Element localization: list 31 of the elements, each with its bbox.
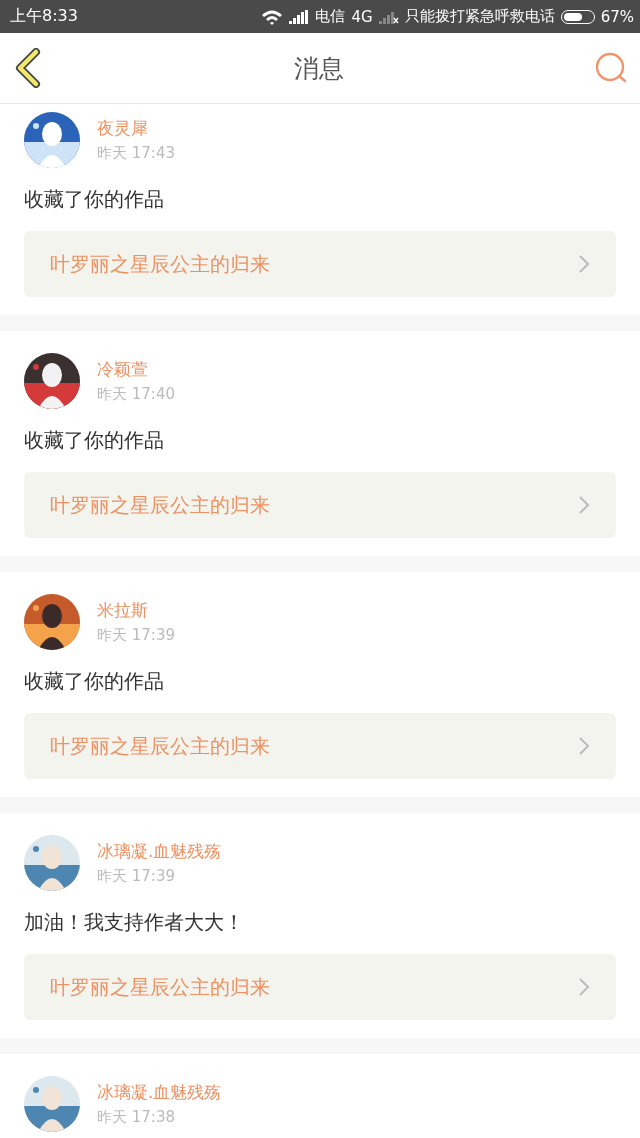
message-time: 昨天 17:43 <box>97 144 175 163</box>
message-time: 昨天 17:40 <box>97 385 175 404</box>
user-name[interactable]: 米拉斯 <box>97 599 175 622</box>
message-text: 收藏了你的作品 <box>24 668 165 695</box>
message-time: 昨天 17:38 <box>97 1108 176 1127</box>
user-name[interactable]: 冰璃凝.血魅残殇 <box>97 1081 222 1104</box>
work-link[interactable]: 叶罗丽之星辰公主的归来 <box>24 231 616 297</box>
wifi-icon <box>261 8 284 25</box>
network-label: 4G <box>351 7 373 26</box>
message-text: 收藏了你的作品 <box>24 427 165 454</box>
carrier-label: 电信 <box>315 7 346 26</box>
clock: 上午8:33 <box>10 6 78 27</box>
chevron-icon <box>578 977 590 997</box>
work-link[interactable]: 叶罗丽之星辰公主的归来 <box>24 713 616 779</box>
message-text: 加油！我支持作者大大！ <box>24 909 245 936</box>
chevron-icon <box>578 254 590 274</box>
user-name[interactable]: 冰璃凝.血魅残殇 <box>97 840 222 863</box>
user-name[interactable]: 夜灵犀 <box>97 117 175 140</box>
status-notice: 只能拨打紧急呼救电话 <box>404 7 555 26</box>
work-link[interactable]: 叶罗丽之星辰公主的归来 <box>24 954 616 1020</box>
battery-percent: 67% <box>600 7 634 26</box>
message-time: 昨天 17:39 <box>97 626 175 645</box>
message-text: 收藏了你的作品 <box>24 186 165 213</box>
work-link[interactable]: 叶罗丽之星辰公主的归来 <box>24 472 616 538</box>
message-time: 昨天 17:39 <box>97 867 176 886</box>
page-title: 消息 <box>294 52 344 85</box>
no-signal-icon <box>378 9 399 24</box>
chevron-icon <box>578 495 590 515</box>
chevron-icon <box>578 736 590 756</box>
user-name[interactable]: 冷颖萱 <box>97 358 175 381</box>
signal-icon <box>289 9 310 24</box>
